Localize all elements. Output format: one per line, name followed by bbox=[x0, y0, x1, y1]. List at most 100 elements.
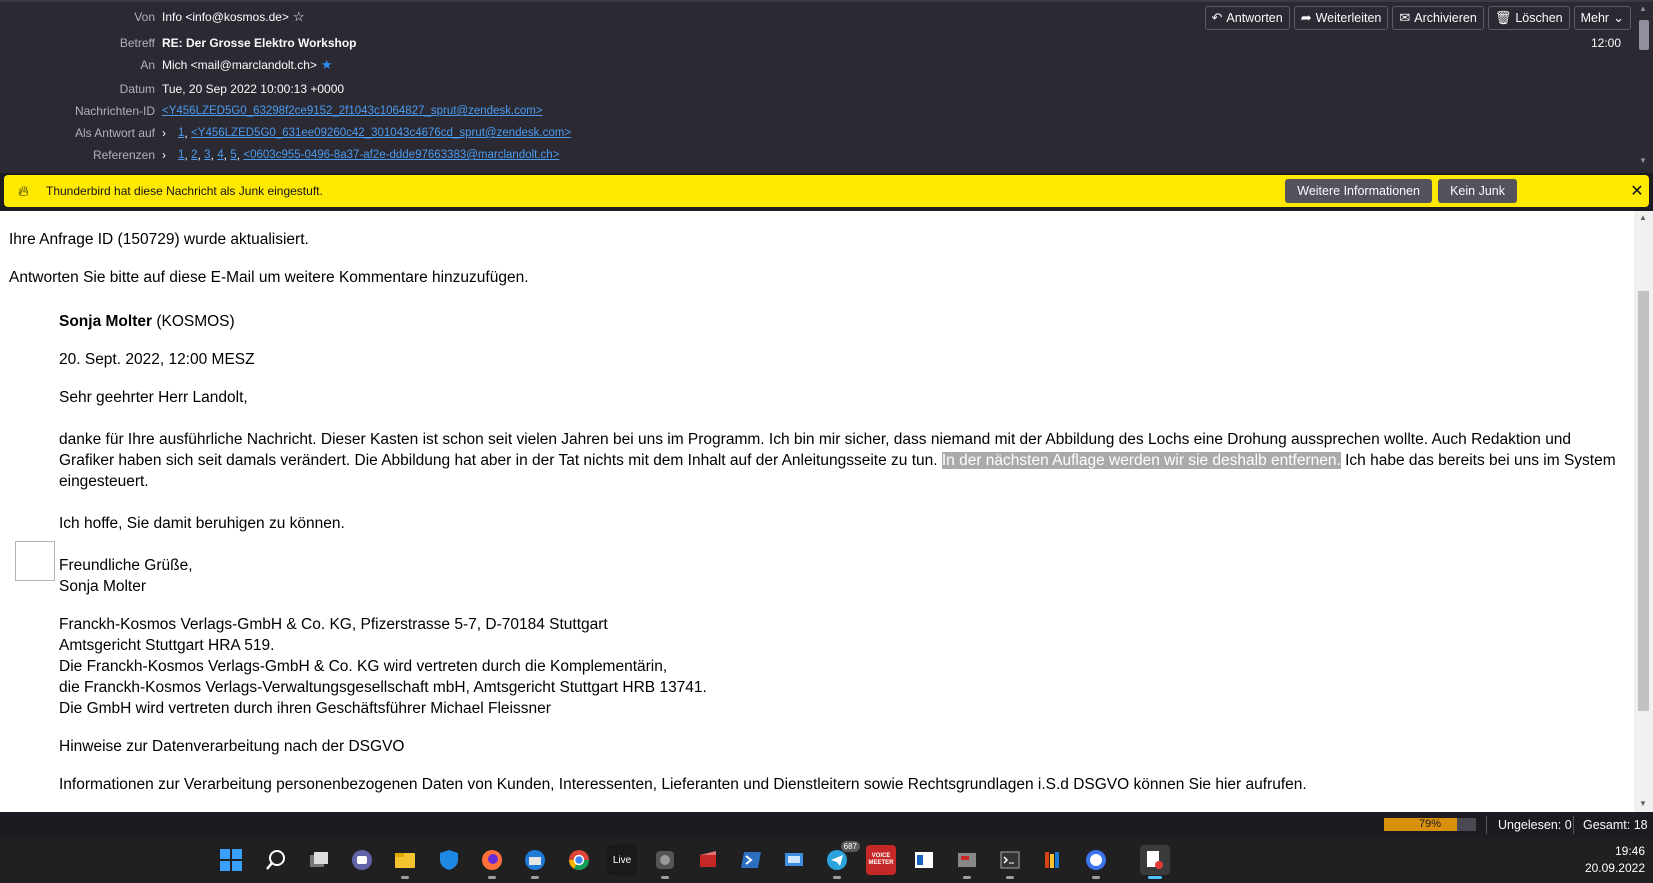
scroll-up-icon[interactable]: ▲ bbox=[1639, 4, 1647, 13]
remote-desktop-icon[interactable] bbox=[779, 845, 809, 875]
more-button[interactable]: Mehr ⌄ bbox=[1573, 6, 1631, 30]
to-address[interactable]: Mich <mail@marclandolt.ch> bbox=[162, 58, 317, 72]
author-name: Sonja Molter bbox=[59, 313, 153, 330]
search-icon[interactable] bbox=[261, 845, 291, 875]
scroll-up-icon[interactable]: ▲ bbox=[1639, 213, 1647, 222]
message-time: 12:00 bbox=[1590, 36, 1621, 50]
author-org: (KOSMOS) bbox=[152, 313, 235, 330]
reply-button[interactable]: ↶ Antworten bbox=[1204, 6, 1290, 30]
archive-button[interactable]: ✉ Archivieren bbox=[1392, 6, 1484, 30]
company-line-5: Die GmbH wird vertreten durch ihren Gesc… bbox=[59, 700, 551, 717]
telegram-icon[interactable]: 687 bbox=[822, 841, 860, 879]
paragraph-line-1: danke für Ihre ausführliche Nachricht. D… bbox=[59, 431, 1572, 448]
star-filled-icon[interactable]: ★ bbox=[321, 57, 333, 73]
date-row: Datum Tue, 20 Sep 2022 10:00:13 +0000 bbox=[0, 79, 344, 99]
reference-link-main[interactable]: <0603c955-0496-8a37-af2e-ddde97663383@ma… bbox=[243, 149, 559, 161]
body-line-update: Ihre Anfrage ID (150729) wurde aktualisi… bbox=[9, 231, 309, 248]
voicemeeter-label: VOICE MEETER bbox=[868, 853, 894, 866]
body-scrollbar-thumb[interactable] bbox=[1638, 291, 1649, 711]
more-label: Mehr bbox=[1580, 11, 1610, 25]
snipping-tool-icon[interactable] bbox=[1140, 845, 1170, 879]
message-id-link[interactable]: <Y456LZED5G0_63298f2ce9152_2f1043c106482… bbox=[162, 105, 543, 117]
references-label: Referenzen bbox=[92, 148, 155, 162]
selected-text: In der nächsten Auflage werden wir sie d… bbox=[941, 452, 1341, 469]
window-app-icon[interactable] bbox=[909, 845, 939, 875]
dsgvo-title: Hinweise zur Datenverarbeitung nach der … bbox=[59, 738, 405, 755]
message-body-pane: Ihre Anfrage ID (150729) wurde aktualisi… bbox=[0, 211, 1653, 812]
forward-button[interactable]: ➦ Weiterleiten bbox=[1293, 6, 1389, 30]
close-icon[interactable]: ✕ bbox=[1625, 179, 1649, 203]
subject-row: Betreff RE: Der Grosse Elektro Workshop bbox=[0, 33, 357, 53]
live-app-icon[interactable]: Live bbox=[607, 845, 637, 875]
separator: , bbox=[184, 148, 192, 162]
signature-name: Sonja Molter bbox=[59, 578, 147, 595]
security-shield-icon[interactable] bbox=[434, 845, 464, 875]
task-view-icon[interactable] bbox=[304, 845, 334, 875]
running-indicator bbox=[531, 876, 539, 879]
not-junk-button[interactable]: Kein Junk bbox=[1438, 179, 1517, 203]
chevron-right-icon[interactable]: › bbox=[162, 126, 170, 140]
header-scrollbar-thumb[interactable] bbox=[1639, 20, 1649, 50]
powershell-icon[interactable] bbox=[736, 845, 766, 875]
paragraph-line-2-start: Grafiker haben sich seit damals veränder… bbox=[59, 452, 942, 469]
progress-label: 79% bbox=[1418, 818, 1442, 830]
separator: , bbox=[210, 148, 218, 162]
delete-button[interactable]: 🗑 Löschen bbox=[1487, 6, 1570, 30]
in-reply-to-link[interactable]: <Y456LZED5G0_631ee09260c42_301043c4676cd… bbox=[191, 127, 571, 139]
scroll-down-icon[interactable]: ▼ bbox=[1639, 799, 1647, 808]
library-books-icon[interactable] bbox=[1038, 845, 1068, 875]
teams-chat-icon[interactable] bbox=[347, 845, 377, 875]
video-editor-icon[interactable] bbox=[693, 845, 723, 875]
chevron-right-icon[interactable]: › bbox=[162, 148, 170, 162]
more-info-button[interactable]: Weitere Informationen bbox=[1285, 179, 1432, 203]
date-label: Datum bbox=[119, 82, 155, 96]
progress-meter: 79% bbox=[1384, 818, 1476, 831]
unread-count: Ungelesen: 0 bbox=[1498, 818, 1572, 832]
subject-value: RE: Der Grosse Elektro Workshop bbox=[162, 36, 357, 50]
trash-icon: 🗑 bbox=[1494, 10, 1512, 25]
archive-icon: ✉ bbox=[1399, 10, 1411, 25]
to-value[interactable]: Mich <mail@marclandolt.ch> ★ bbox=[162, 57, 333, 73]
header-scrollbar[interactable]: ▲ ▼ bbox=[1637, 4, 1651, 168]
running-indicator bbox=[401, 876, 409, 879]
device-manager-icon[interactable] bbox=[650, 845, 680, 879]
media-app-icon[interactable] bbox=[952, 845, 982, 879]
status-divider bbox=[1486, 816, 1487, 834]
body-scrollbar[interactable]: ▲ ▼ bbox=[1634, 211, 1653, 812]
message-header: Von Info <info@kosmos.de> ☆ Betreff RE: … bbox=[0, 0, 1653, 173]
thunderbird-window: Von Info <info@kosmos.de> ☆ Betreff RE: … bbox=[0, 0, 1653, 883]
active-indicator bbox=[1148, 876, 1162, 879]
from-value[interactable]: Info <info@kosmos.de> ☆ bbox=[162, 9, 305, 25]
subject-label: Betreff bbox=[119, 36, 155, 50]
message-body: Ihre Anfrage ID (150729) wurde aktualisi… bbox=[0, 211, 1634, 812]
from-address[interactable]: Info <info@kosmos.de> bbox=[162, 10, 289, 24]
dsgvo-text: Informationen zur Verarbeitung personenb… bbox=[59, 776, 1307, 793]
live-app-label: Live bbox=[612, 854, 632, 866]
junk-flame-icon: 🔥︎ bbox=[18, 182, 30, 200]
separator: , bbox=[184, 126, 192, 140]
in-reply-to-row: Als Antwort auf › 1, <Y456LZED5G0_631ee0… bbox=[0, 123, 571, 143]
paragraph-line-3: eingesteuert. bbox=[59, 473, 149, 490]
references-row: Referenzen › 1, 2, 3, 4, 5, <0603c955-04… bbox=[0, 145, 559, 165]
company-line-4: die Franckh-Kosmos Verlags-Verwaltungsge… bbox=[59, 679, 707, 696]
file-explorer-icon[interactable] bbox=[390, 845, 420, 879]
scroll-down-icon[interactable]: ▼ bbox=[1639, 156, 1647, 165]
junk-message: Thunderbird hat diese Nachricht als Junk… bbox=[46, 184, 323, 198]
total-count: Gesamt: 18 bbox=[1583, 818, 1648, 832]
system-clock[interactable]: 19:46 20.09.2022 bbox=[1585, 843, 1645, 877]
windows-start-icon[interactable] bbox=[216, 845, 246, 875]
body-line-reply-hint: Antworten Sie bitte auf diese E-Mail um … bbox=[9, 269, 529, 286]
date-value: Tue, 20 Sep 2022 10:00:13 +0000 bbox=[162, 82, 345, 96]
thunderbird-icon[interactable] bbox=[520, 845, 550, 879]
firefox-icon[interactable] bbox=[477, 845, 507, 879]
star-outline-icon[interactable]: ☆ bbox=[293, 9, 305, 25]
voicemeeter-icon[interactable]: VOICE MEETER bbox=[866, 845, 896, 875]
separator: , bbox=[223, 148, 231, 162]
from-row: Von Info <info@kosmos.de> ☆ bbox=[0, 7, 305, 27]
windows-taskbar: Live 687 VOICE MEETER 19:46 20.09.2022 bbox=[0, 838, 1653, 883]
signal-icon[interactable] bbox=[1081, 845, 1111, 879]
message-id-label: Nachrichten-ID bbox=[74, 104, 155, 118]
chrome-icon[interactable] bbox=[564, 845, 594, 875]
to-label: An bbox=[140, 58, 155, 72]
terminal-icon[interactable] bbox=[995, 845, 1025, 879]
